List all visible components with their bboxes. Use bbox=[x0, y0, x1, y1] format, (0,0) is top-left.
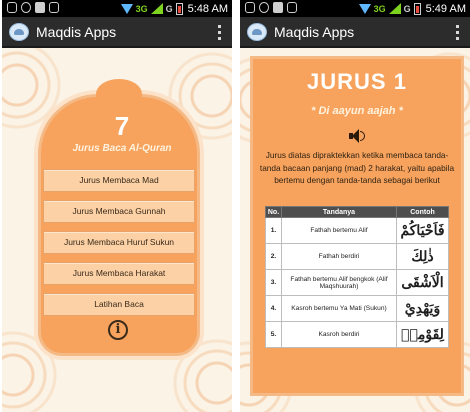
jurus-huruf-sukun-button[interactable]: Jurus Membaca Huruf Sukun bbox=[43, 231, 195, 254]
jurus-description: Jurus diatas dipraktekkan ketika membaca… bbox=[259, 150, 455, 185]
app-title: Maqdis Apps bbox=[274, 24, 355, 40]
row-sign: Fathah bertemu Alif bbox=[281, 217, 397, 244]
row-number: 2. bbox=[265, 243, 282, 270]
info-icon[interactable]: i bbox=[108, 320, 128, 340]
table-header-row: No. Tandanya Contoh bbox=[265, 206, 449, 218]
table-row: 2. Fathah berdiri ذٰلِكَ bbox=[265, 243, 449, 270]
table-row: 3. Fathah bertemu Alif bengkok (Alif Maq… bbox=[265, 269, 449, 296]
network-type-2: G bbox=[165, 3, 173, 14]
rules-table: No. Tandanya Contoh 1. Fathah bertemu Al… bbox=[265, 206, 449, 348]
menu-panel: 7 Jurus Baca Al-Quran Jurus Membaca Mad … bbox=[38, 79, 200, 356]
row-sign: Fathah berdiri bbox=[281, 243, 397, 270]
jurus-subtitle: * Di aayun aajah * bbox=[311, 105, 403, 117]
row-example: فَاَحْيَاكُمْ bbox=[396, 217, 449, 244]
row-example: ذٰلِكَ bbox=[396, 243, 449, 270]
notification-icons bbox=[245, 2, 297, 13]
signal-icon bbox=[150, 3, 163, 14]
row-example: لِقَوْمِهٖ bbox=[396, 321, 449, 348]
table-row: 4. Kasroh bertemu Ya Mati (Sukun) وَيَهْ… bbox=[265, 295, 449, 322]
row-number: 4. bbox=[265, 295, 282, 322]
network-type: 3G bbox=[373, 3, 386, 14]
wifi-icon bbox=[120, 3, 133, 14]
row-sign: Kasroh bertemu Ya Mati (Sukun) bbox=[281, 295, 397, 322]
app-title: Maqdis Apps bbox=[36, 24, 117, 40]
row-sign: Kasroh berdiri bbox=[281, 321, 397, 348]
row-number: 5. bbox=[265, 321, 282, 348]
detail-panel: JURUS 1 * Di aayun aajah * Jurus diatas … bbox=[250, 56, 464, 396]
menu-number: 7 bbox=[114, 111, 130, 141]
detail-screen: 3G G 5:49 AM Maqdis Apps JURUS 1 * Di aa… bbox=[240, 0, 470, 412]
menu-screen: 3G G 5:48 AM Maqdis Apps 7 Jurus Baca Al… bbox=[2, 0, 232, 412]
action-bar: Maqdis Apps bbox=[2, 17, 232, 48]
column-header-no: No. bbox=[265, 206, 282, 218]
network-type-2: G bbox=[403, 3, 411, 14]
table-row: 5. Kasroh berdiri لِقَوْمِهٖ bbox=[265, 321, 449, 348]
wifi-icon bbox=[358, 3, 371, 14]
jurus-mad-button[interactable]: Jurus Membaca Mad bbox=[43, 169, 195, 192]
menu-subtitle: Jurus Baca Al-Quran bbox=[72, 143, 172, 154]
notification-icons bbox=[7, 2, 59, 13]
clock: 5:48 AM bbox=[187, 2, 228, 15]
row-number: 3. bbox=[265, 269, 282, 296]
jurus-harakat-button[interactable]: Jurus Membaca Harakat bbox=[43, 262, 195, 285]
column-header-tandanya: Tandanya bbox=[281, 206, 397, 218]
clock: 5:49 AM bbox=[425, 2, 466, 15]
row-example: وَيَهْدِيْ bbox=[396, 295, 449, 322]
signal-icon bbox=[388, 3, 401, 14]
battery-icon bbox=[175, 2, 183, 15]
status-bar: 3G G 5:49 AM bbox=[240, 0, 470, 17]
status-bar: 3G G 5:48 AM bbox=[2, 0, 232, 17]
speaker-icon[interactable] bbox=[349, 129, 365, 143]
app-logo-icon[interactable] bbox=[9, 23, 29, 41]
row-number: 1. bbox=[265, 217, 282, 244]
latihan-baca-button[interactable]: Latihan Baca bbox=[43, 293, 195, 316]
battery-icon bbox=[413, 2, 421, 15]
overflow-menu-icon[interactable] bbox=[218, 25, 222, 41]
action-bar: Maqdis Apps bbox=[240, 17, 470, 48]
table-row: 1. Fathah bertemu Alif فَاَحْيَاكُمْ bbox=[265, 217, 449, 244]
column-header-contoh: Contoh bbox=[396, 206, 449, 218]
row-example: الْاَشْقَى bbox=[396, 269, 449, 296]
overflow-menu-icon[interactable] bbox=[456, 25, 460, 41]
network-type: 3G bbox=[135, 3, 148, 14]
jurus-title: JURUS 1 bbox=[307, 69, 407, 94]
app-logo-icon[interactable] bbox=[247, 23, 267, 41]
row-sign: Fathah bertemu Alif bengkok (Alif Maqshu… bbox=[281, 269, 397, 296]
jurus-gunnah-button[interactable]: Jurus Membaca Gunnah bbox=[43, 200, 195, 223]
